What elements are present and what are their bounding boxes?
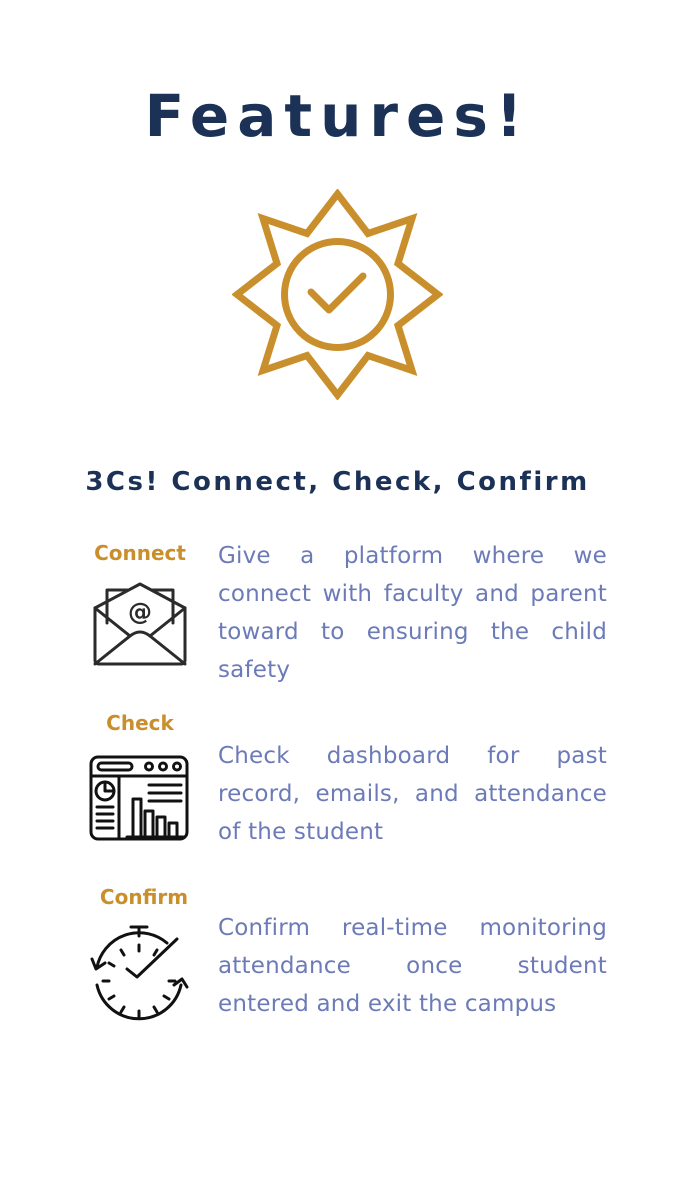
feature-description-confirm: Confirm real-time monitoring attendance … xyxy=(218,915,607,1017)
feature-description-connect: Give a platform where we connect with fa… xyxy=(218,543,607,683)
page-title: Features! xyxy=(144,82,531,150)
stopwatch-check-icon xyxy=(90,925,189,1021)
check-badge-icon xyxy=(232,189,443,400)
features-subtitle: 3Cs! Connect, Check, Confirm xyxy=(85,467,590,497)
feature-label-check: Check xyxy=(106,711,174,735)
feature-description-check: Check dashboard for past record, emails,… xyxy=(218,743,607,845)
email-envelope-icon: @ xyxy=(93,582,187,666)
dashboard-icon xyxy=(89,755,189,841)
feature-label-confirm: Confirm xyxy=(99,885,189,909)
svg-text:@: @ xyxy=(128,598,152,626)
feature-label-connect: Connect xyxy=(94,541,186,565)
